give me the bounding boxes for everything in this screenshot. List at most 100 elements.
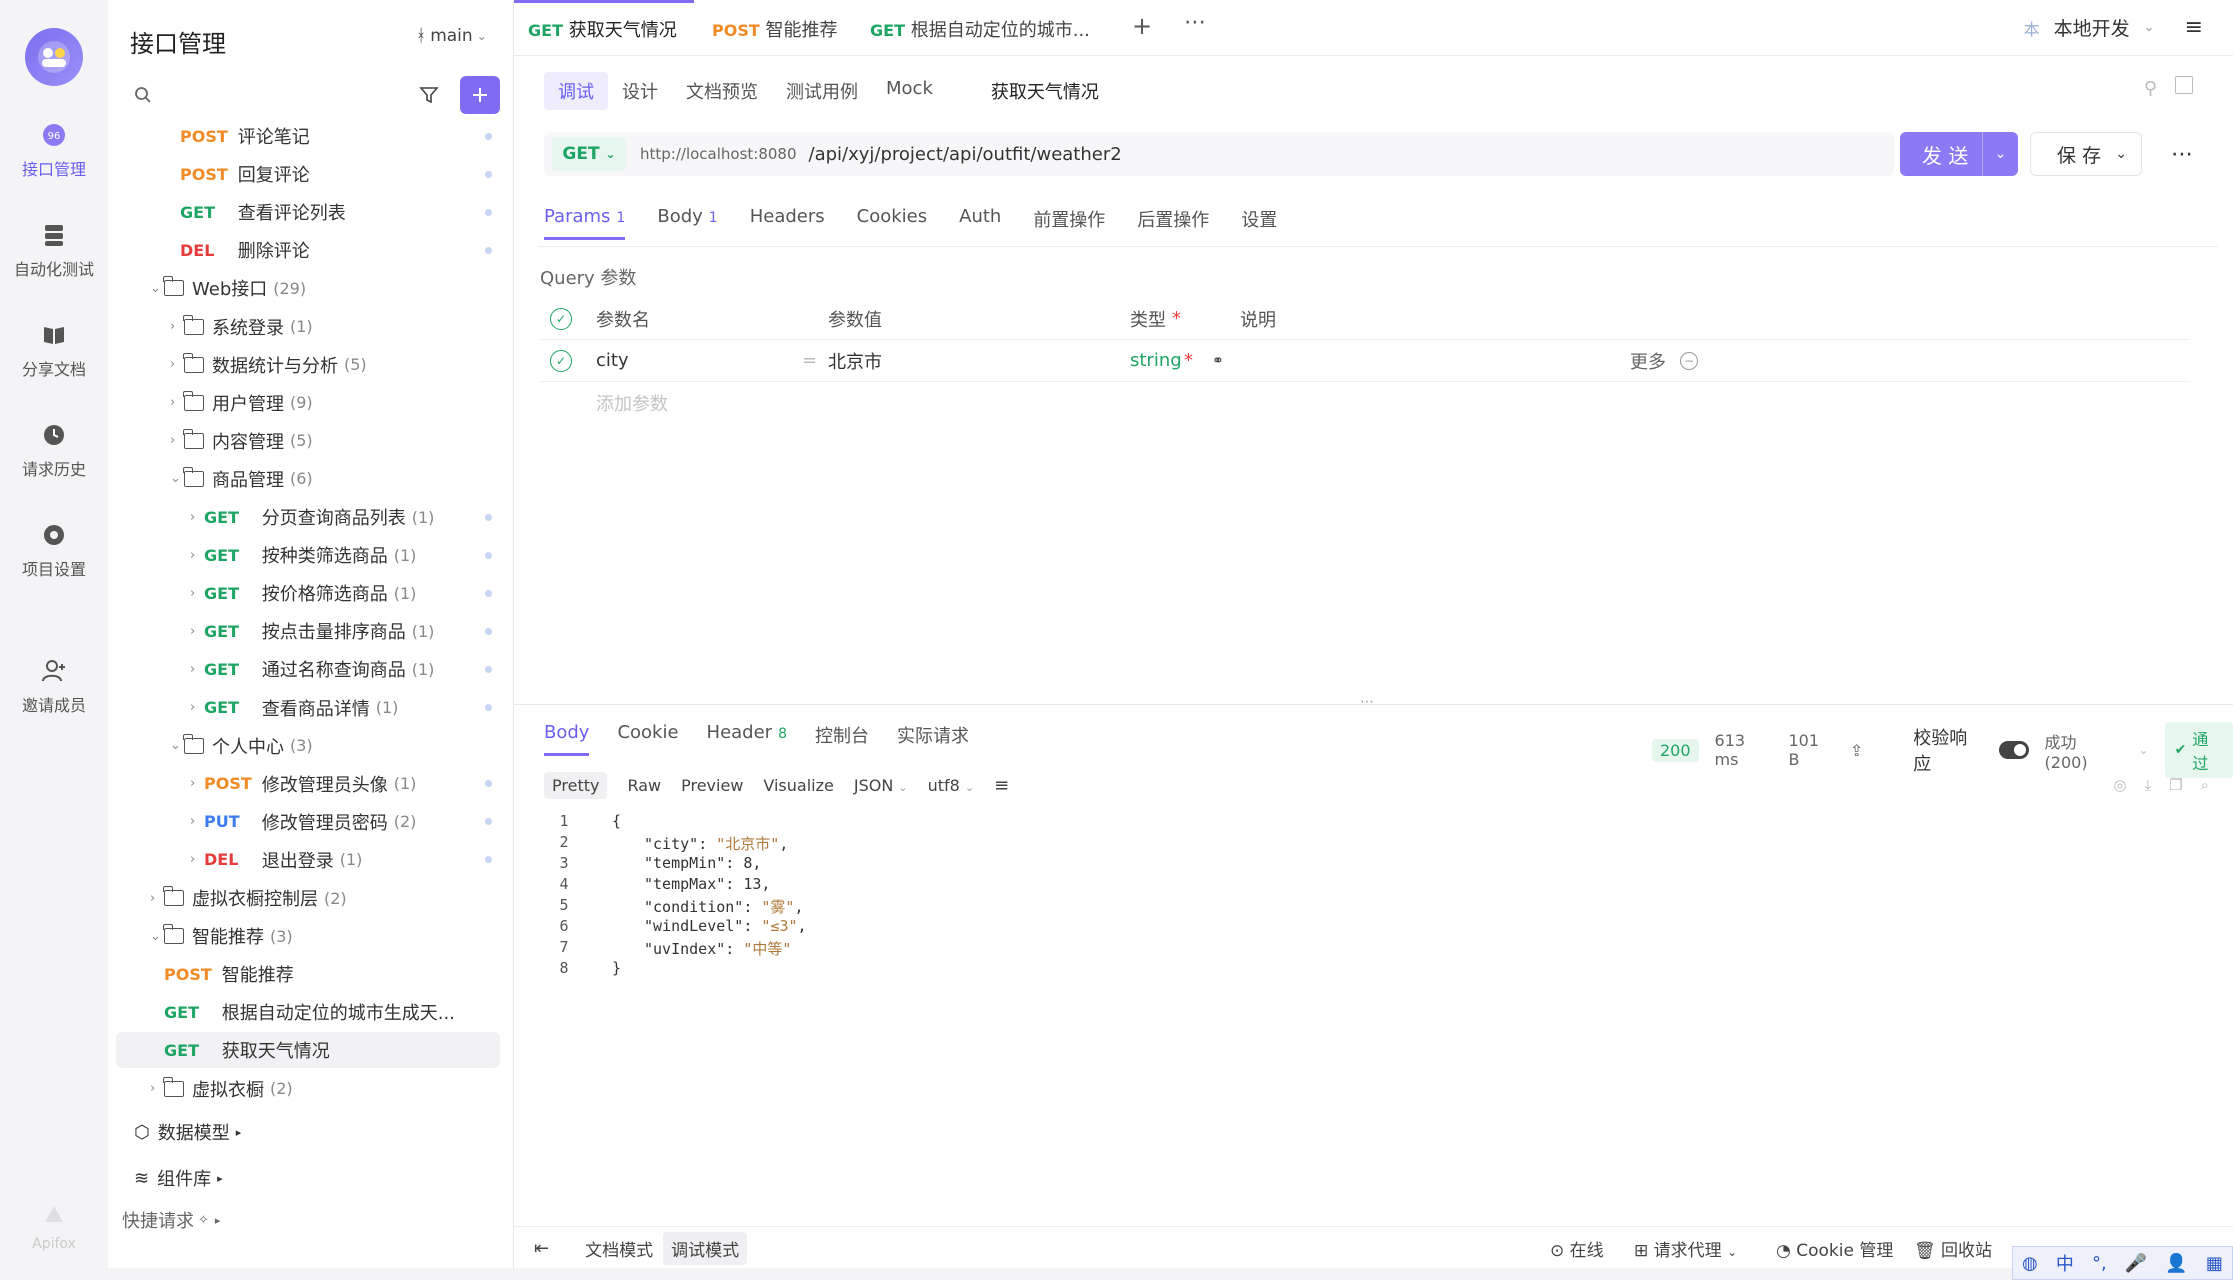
rail-item-share-docs[interactable]: 分享文档	[0, 320, 108, 380]
tab-doc-preview[interactable]: 文档预览	[672, 72, 772, 110]
tab-console[interactable]: 控制台	[815, 722, 869, 756]
tab-params[interactable]: Params 1	[544, 206, 626, 240]
tree-folder[interactable]: ⌄ Web接口 (29)	[116, 270, 500, 306]
param-more-button[interactable]: 更多	[1630, 348, 1666, 374]
tree-api-item[interactable]: GET 获取天气情况	[116, 1032, 500, 1069]
tree-api-item[interactable]: GET 根据自动定位的城市生成天...	[116, 994, 500, 1030]
param-name-input[interactable]: city	[596, 350, 629, 371]
tab-body[interactable]: Body 1	[657, 206, 717, 240]
share-icon[interactable]: ⇪	[1850, 741, 1863, 760]
trash-button[interactable]: 🗑 回收站	[1914, 1236, 1992, 1261]
tree-api-item[interactable]: › GET 按点击量排序商品 (1)	[116, 613, 500, 649]
chevron-down-icon[interactable]: ⌄	[150, 281, 164, 296]
debug-mode-button[interactable]: 调试模式	[663, 1231, 748, 1265]
tree-api-item[interactable]: › GET 按价格筛选商品 (1)	[116, 575, 500, 611]
menu-icon[interactable]: ≡	[2185, 15, 2203, 40]
data-model-link[interactable]: ⬡ 数据模型 ▸	[134, 1114, 518, 1150]
tree-api-item[interactable]: › PUT 修改管理员密码 (2)	[116, 804, 500, 840]
ime-punctuation-icon[interactable]: °,	[2092, 1253, 2107, 1274]
tab-pre-processors[interactable]: 前置操作	[1033, 206, 1105, 240]
tree-api-item[interactable]: POST 智能推荐	[116, 956, 500, 992]
doc-mode-button[interactable]: 文档模式	[585, 1236, 653, 1261]
pin-icon[interactable]: ⚲	[2144, 78, 2157, 99]
link-icon[interactable]: ⚭	[1212, 353, 1224, 369]
chevron-right-icon[interactable]: ›	[190, 548, 204, 563]
required-toggle[interactable]: *	[1184, 350, 1193, 371]
tab-debug[interactable]: 调试	[544, 72, 608, 110]
add-param-input[interactable]: 添加参数	[596, 390, 668, 416]
tab-response-body[interactable]: Body	[544, 722, 590, 756]
ime-language[interactable]: 中	[2056, 1250, 2074, 1276]
select-all-checkbox[interactable]: ✓	[550, 307, 572, 330]
microphone-icon[interactable]: 🎤	[2125, 1253, 2147, 1274]
apps-grid-icon[interactable]: ▦	[2206, 1253, 2223, 1274]
encoding-select[interactable]: utf8 ⌄	[928, 776, 975, 795]
tree-api-item[interactable]: › POST 修改管理员头像 (1)	[116, 766, 500, 802]
chevron-right-icon[interactable]: ›	[190, 510, 204, 525]
validate-toggle[interactable]	[1999, 741, 2029, 759]
chevron-right-icon[interactable]: ›	[170, 319, 184, 334]
rail-item-api[interactable]: 96 接口管理	[0, 120, 108, 180]
quick-request-link[interactable]: 快捷请求 ✧ ▸	[122, 1202, 506, 1238]
tab-mock[interactable]: Mock	[872, 72, 947, 110]
online-status[interactable]: ⊙ 在线	[1550, 1236, 1604, 1261]
tab-cookies[interactable]: Cookies	[857, 206, 927, 240]
chevron-right-icon[interactable]: ›	[190, 852, 204, 867]
tab-city-weather[interactable]: GET 根据自动定位的城市...	[870, 16, 1090, 42]
chevron-down-icon[interactable]: ⌄	[170, 471, 184, 486]
tree-api-item[interactable]: GET 查看评论列表	[116, 194, 500, 230]
rail-item-history[interactable]: 请求历史	[0, 420, 108, 480]
chevron-right-icon[interactable]: ›	[190, 700, 204, 715]
param-value-input[interactable]: 北京市	[828, 348, 882, 374]
rail-item-automation[interactable]: 自动化测试	[0, 220, 108, 280]
response-body-viewer[interactable]: 1{2 "city": "北京市", 3 "tempMin": 8, 4 "tempMax…	[544, 812, 806, 980]
param-type-select[interactable]: string	[1130, 350, 1182, 371]
tree-api-item[interactable]: DEL 删除评论	[116, 232, 500, 268]
chevron-right-icon[interactable]: ›	[190, 624, 204, 639]
format-pretty[interactable]: Pretty	[544, 772, 608, 799]
tab-settings[interactable]: 设置	[1241, 206, 1277, 240]
tree-api-item[interactable]: POST 评论笔记	[116, 118, 500, 154]
save-button[interactable]: 保 存 ⌄	[2030, 132, 2142, 176]
tab-actual-request[interactable]: 实际请求	[897, 722, 969, 756]
url-path-input[interactable]: /api/xyj/project/api/outfit/weather2	[809, 144, 1122, 165]
chevron-right-icon[interactable]: ›	[190, 662, 204, 677]
filter-button[interactable]	[410, 76, 448, 114]
tab-design[interactable]: 设计	[608, 72, 672, 110]
team-logo[interactable]	[25, 28, 83, 86]
tab-smart-recommend[interactable]: POST 智能推荐	[712, 16, 838, 42]
chevron-right-icon[interactable]: ›	[170, 357, 184, 372]
chevron-right-icon[interactable]: ›	[170, 395, 184, 410]
tree-folder[interactable]: › 数据统计与分析 (5)	[116, 347, 500, 383]
add-param-row[interactable]: 添加参数	[540, 382, 2190, 424]
tab-test-cases[interactable]: 测试用例	[772, 72, 872, 110]
method-select[interactable]: GET ⌄	[552, 137, 626, 171]
language-select[interactable]: JSON ⌄	[854, 776, 908, 795]
wrap-lines-icon[interactable]: ≡	[994, 775, 1009, 796]
chevron-right-icon[interactable]: ›	[150, 891, 164, 906]
tree-api-item[interactable]: POST 回复评论	[116, 156, 500, 192]
tree-folder[interactable]: ⌄ 个人中心 (3)	[116, 728, 500, 764]
add-button[interactable]	[460, 76, 500, 114]
search-input[interactable]	[124, 74, 404, 116]
format-raw[interactable]: Raw	[627, 776, 661, 795]
send-dropdown-button[interactable]: ⌄	[1982, 132, 2018, 176]
tree-folder[interactable]: › 虚拟衣橱控制层 (2)	[116, 880, 500, 916]
tree-folder[interactable]: › 系统登录 (1)	[116, 309, 500, 345]
chevron-down-icon[interactable]: ⌄	[2115, 146, 2127, 162]
tree-folder[interactable]: ⌄ 智能推荐 (3)	[116, 918, 500, 954]
collapse-sidebar-icon[interactable]: ⇤	[534, 1238, 549, 1259]
chevron-right-icon[interactable]: ›	[190, 586, 204, 601]
tab-auth[interactable]: Auth	[959, 206, 1001, 240]
environment-selector[interactable]: 本 本地开发 ⌄ ≡	[2024, 14, 2203, 41]
more-options-button[interactable]: ⋯	[2160, 132, 2204, 176]
tree-api-item[interactable]: › GET 按种类筛选商品 (1)	[116, 537, 500, 573]
new-tab-button[interactable]: +	[1132, 12, 1152, 40]
components-link[interactable]: ≋ 组件库 ▸	[134, 1160, 518, 1196]
param-checkbox[interactable]: ✓	[550, 349, 572, 372]
remove-param-icon[interactable]: −	[1680, 351, 1698, 370]
search-icon[interactable]: ⌕	[2201, 776, 2209, 794]
copy-icon[interactable]: ❐	[2169, 776, 2182, 794]
chevron-right-icon[interactable]: ›	[190, 776, 204, 791]
format-preview[interactable]: Preview	[681, 776, 743, 795]
